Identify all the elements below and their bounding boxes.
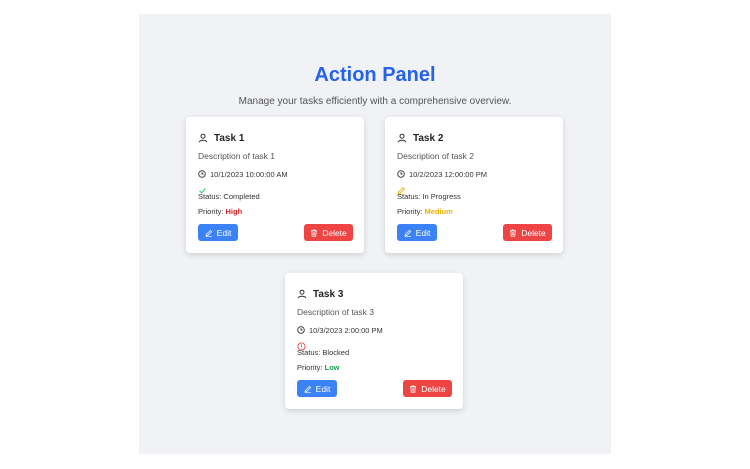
trash-icon bbox=[311, 229, 318, 237]
task-title: Task 3 bbox=[313, 288, 344, 300]
task-card: Task 1 Description of task 1 10/1/2023 1… bbox=[186, 117, 364, 253]
task-title: Task 2 bbox=[413, 132, 444, 144]
task-card: Task 2 Description of task 2 10/2/2023 1… bbox=[385, 117, 563, 253]
task-status: Status: Blocked bbox=[297, 348, 350, 357]
edit-icon bbox=[304, 385, 311, 393]
priority-label: Priority: bbox=[297, 363, 325, 372]
pencil-icon bbox=[397, 182, 406, 195]
priority-value: Medium bbox=[424, 207, 453, 216]
check-icon bbox=[198, 182, 207, 194]
user-icon bbox=[198, 133, 208, 143]
priority-value: High bbox=[225, 207, 243, 216]
task-description: Description of task 3 bbox=[297, 307, 375, 317]
task-header: Task 1 bbox=[198, 131, 244, 145]
task-priority: Priority: Medium bbox=[397, 207, 453, 216]
task-datetime-text: 10/2/2023 12:00:00 PM bbox=[409, 169, 487, 179]
task-status: Status: In Progress bbox=[397, 192, 461, 201]
edit-icon bbox=[404, 229, 411, 237]
delete-button[interactable]: Delete bbox=[503, 224, 552, 241]
edit-button-label: Edit bbox=[415, 227, 431, 238]
task-title: Task 1 bbox=[214, 132, 245, 144]
task-description: Description of task 2 bbox=[397, 151, 475, 161]
delete-button-label: Delete bbox=[521, 227, 546, 238]
edit-icon bbox=[205, 229, 212, 237]
task-datetime: 10/3/2023 2:00:00 PM bbox=[297, 325, 383, 335]
task-header: Task 2 bbox=[397, 131, 443, 145]
priority-label: Priority: bbox=[397, 207, 425, 216]
action-panel: Action Panel Manage your tasks efficient… bbox=[139, 14, 611, 454]
user-icon bbox=[297, 289, 307, 299]
trash-icon bbox=[510, 229, 517, 237]
trash-icon bbox=[410, 385, 417, 393]
task-description: Description of task 1 bbox=[198, 151, 276, 161]
task-header: Task 3 bbox=[297, 287, 343, 301]
delete-button-label: Delete bbox=[322, 227, 347, 238]
clock-icon bbox=[297, 321, 305, 339]
clock-icon bbox=[397, 165, 405, 183]
edit-button-label: Edit bbox=[216, 227, 232, 238]
page-title: Action Panel bbox=[314, 64, 436, 86]
clock-icon bbox=[198, 165, 206, 183]
edit-button[interactable]: Edit bbox=[198, 224, 238, 241]
priority-value: Low bbox=[324, 363, 340, 372]
delete-button[interactable]: Delete bbox=[403, 380, 452, 397]
task-priority: Priority: High bbox=[198, 207, 242, 216]
task-card: Task 3 Description of task 3 10/3/2023 2… bbox=[285, 273, 463, 409]
edit-button[interactable]: Edit bbox=[397, 224, 437, 241]
alert-circle-icon bbox=[297, 338, 306, 351]
task-datetime-text: 10/3/2023 2:00:00 PM bbox=[309, 325, 383, 335]
task-priority: Priority: Low bbox=[297, 363, 340, 372]
delete-button[interactable]: Delete bbox=[304, 224, 353, 241]
edit-button[interactable]: Edit bbox=[297, 380, 337, 397]
page-subtitle: Manage your tasks efficiently with a com… bbox=[238, 96, 512, 107]
task-status: Status: Completed bbox=[198, 192, 260, 201]
user-icon bbox=[397, 133, 407, 143]
task-datetime: 10/1/2023 10:00:00 AM bbox=[198, 169, 288, 179]
edit-button-label: Edit bbox=[315, 383, 331, 394]
task-datetime: 10/2/2023 12:00:00 PM bbox=[397, 169, 487, 179]
priority-label: Priority: bbox=[198, 207, 226, 216]
task-datetime-text: 10/1/2023 10:00:00 AM bbox=[210, 169, 288, 179]
delete-button-label: Delete bbox=[421, 383, 446, 394]
